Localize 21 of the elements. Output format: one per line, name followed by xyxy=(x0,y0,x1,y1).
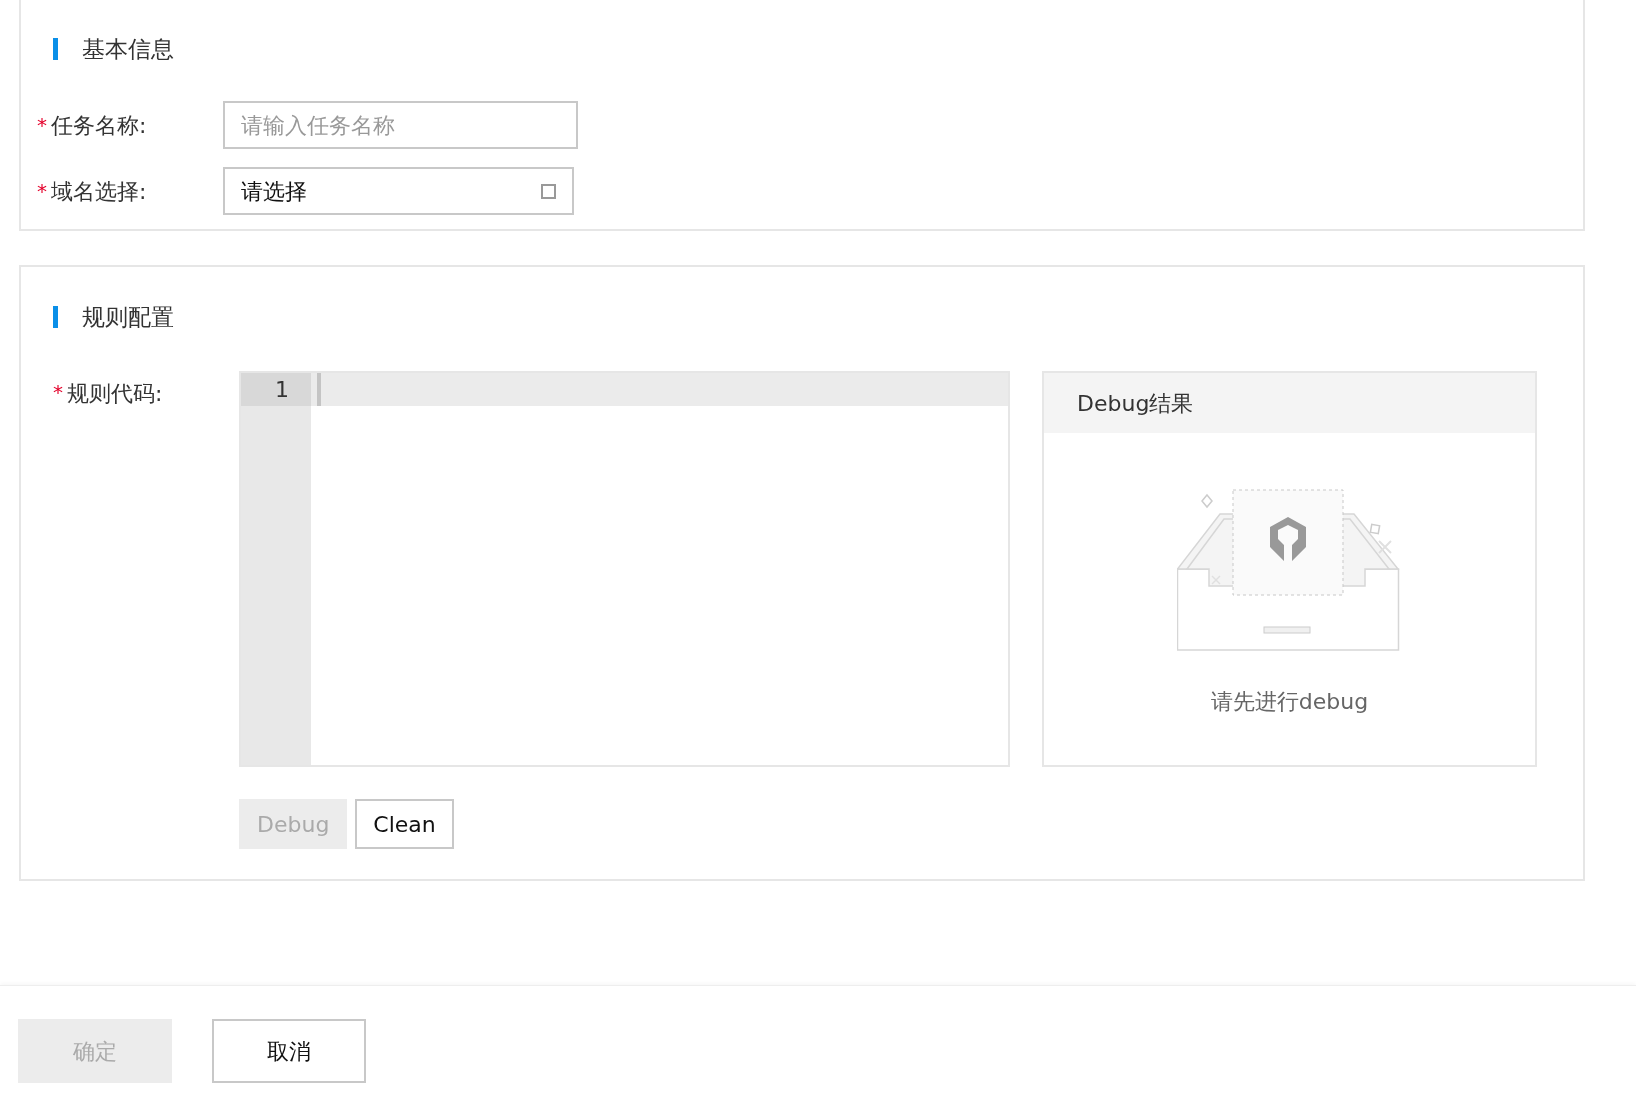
section-title: 规则配置 xyxy=(82,302,174,332)
field-label: 规则代码: xyxy=(67,380,163,408)
text-cursor xyxy=(317,373,321,406)
required-asterisk: * xyxy=(37,112,47,139)
input-field[interactable]: 请输入任务名称 xyxy=(223,101,578,149)
section-title: 基本信息 xyxy=(82,34,174,64)
empty-state-text: 请先进行debug xyxy=(1210,688,1369,716)
square-icon xyxy=(541,183,556,199)
field-label: 任务名称: xyxy=(51,111,147,140)
field-label: 域名选择: xyxy=(51,177,147,206)
action-button[interactable]: 取消 xyxy=(212,1019,366,1083)
panel-title: Debug结果 xyxy=(1077,389,1194,418)
required-asterisk: * xyxy=(37,178,47,205)
heading-accent-bar xyxy=(53,38,58,60)
required-asterisk: * xyxy=(53,379,63,406)
code-editor[interactable]: 1 xyxy=(239,371,1010,767)
select-value: 请选择 xyxy=(241,177,307,206)
action-button[interactable]: Clean xyxy=(355,799,454,849)
heading-accent-bar xyxy=(53,306,58,328)
line-number: 1 xyxy=(241,373,311,406)
select-field[interactable]: 请选择 xyxy=(223,167,574,215)
